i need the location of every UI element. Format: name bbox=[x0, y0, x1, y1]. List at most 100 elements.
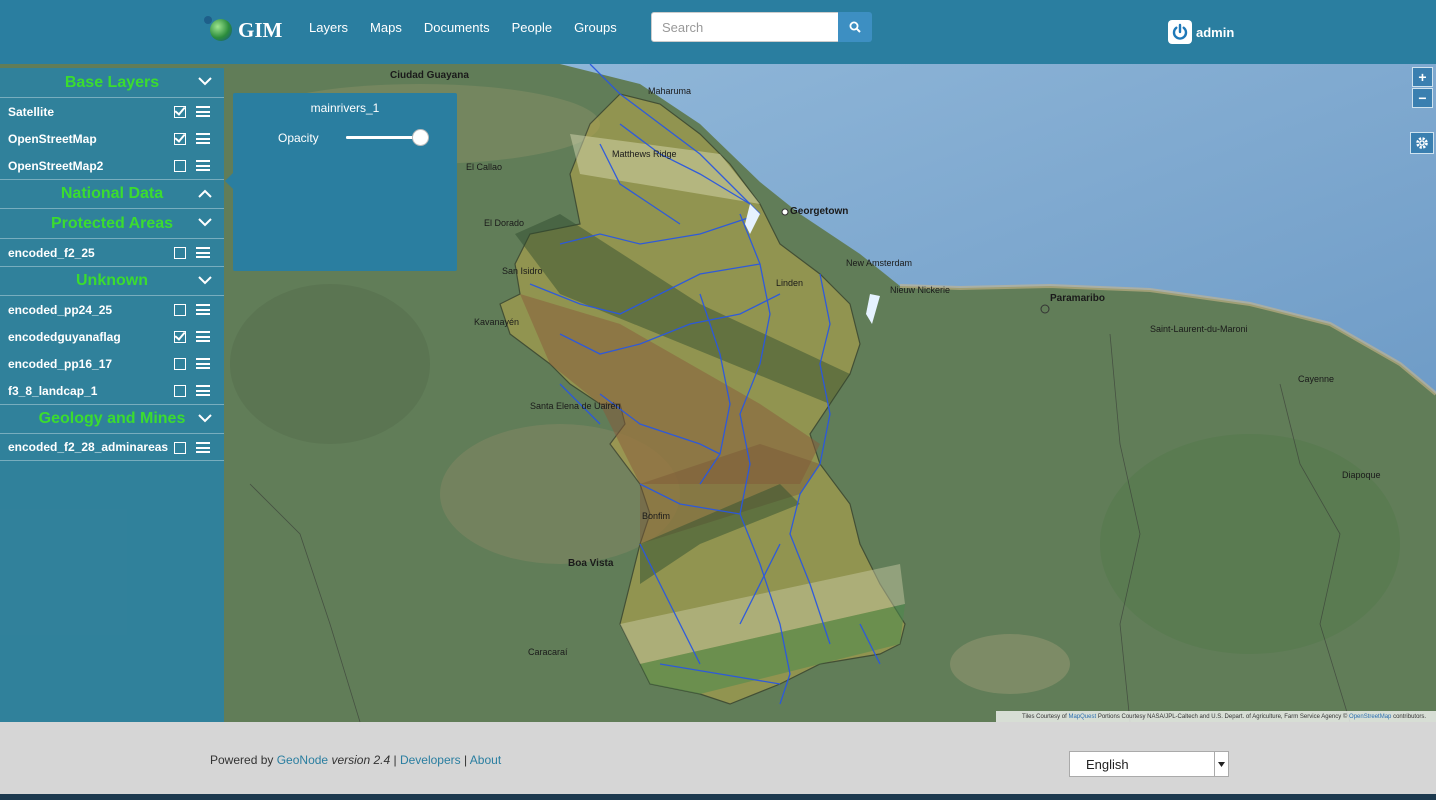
chevron-up-icon bbox=[198, 189, 212, 198]
place-label: Nieuw Nickerie bbox=[890, 285, 951, 295]
language-select[interactable]: English bbox=[1069, 751, 1229, 777]
group-base-layers[interactable]: Base Layers bbox=[0, 68, 224, 98]
layer-name: encoded_f2_25 bbox=[8, 245, 95, 260]
layer-visibility-checkbox[interactable] bbox=[174, 160, 186, 172]
nav-maps[interactable]: Maps bbox=[370, 20, 402, 35]
brand-logo[interactable]: GIM bbox=[204, 14, 282, 46]
hamburger-menu-icon[interactable] bbox=[196, 358, 210, 369]
place-label: Caracaraí bbox=[528, 647, 568, 657]
chevron-down-icon bbox=[198, 276, 212, 285]
opacity-slider[interactable] bbox=[346, 129, 430, 146]
hamburger-menu-icon[interactable] bbox=[196, 304, 210, 315]
place-label: Ciudad Guayana bbox=[390, 70, 469, 81]
layer-row: encoded_pp16_17 bbox=[0, 350, 224, 377]
layer-visibility-checkbox[interactable] bbox=[174, 358, 186, 370]
separator: | bbox=[393, 753, 397, 767]
layer-row: encodedguyanaflag bbox=[0, 323, 224, 350]
mapquest-link[interactable]: MapQuest bbox=[1068, 714, 1096, 720]
group-protected-areas[interactable]: Protected Areas bbox=[0, 209, 224, 239]
hamburger-menu-icon[interactable] bbox=[196, 385, 210, 396]
place-label: Santa Elena de Uairén bbox=[530, 401, 621, 411]
search-button[interactable] bbox=[838, 12, 872, 42]
layer-row: OpenStreetMap2 bbox=[0, 152, 224, 179]
hamburger-menu-icon[interactable] bbox=[196, 160, 210, 171]
layer-visibility-checkbox[interactable] bbox=[174, 385, 186, 397]
layer-visibility-checkbox[interactable] bbox=[174, 442, 186, 454]
nav-documents[interactable]: Documents bbox=[424, 20, 490, 35]
chevron-down-icon bbox=[198, 218, 212, 227]
place-label: Linden bbox=[776, 278, 804, 288]
globe-logo-icon bbox=[204, 16, 232, 41]
group-geology-and-mines[interactable]: Geology and Mines bbox=[0, 404, 224, 434]
nav-layers[interactable]: Layers bbox=[309, 20, 348, 35]
developers-link[interactable]: Developers bbox=[400, 753, 461, 767]
place-label: Diapoque bbox=[1342, 470, 1381, 480]
place-label: San Isidro bbox=[502, 266, 543, 276]
geonode-link[interactable]: GeoNode bbox=[277, 753, 328, 767]
footer-credits: Powered by GeoNode version 2.4 | Develop… bbox=[210, 753, 501, 767]
layer-name: encoded_f2_28_adminareas bbox=[8, 440, 169, 454]
hamburger-menu-icon[interactable] bbox=[196, 247, 210, 258]
gear-icon bbox=[1416, 137, 1428, 149]
power-icon bbox=[1168, 20, 1192, 44]
separator: | bbox=[464, 753, 468, 767]
hamburger-menu-icon[interactable] bbox=[196, 133, 210, 144]
hamburger-menu-icon[interactable] bbox=[196, 442, 210, 453]
user-menu[interactable]: admin bbox=[1168, 20, 1234, 44]
openstreetmap-link[interactable]: OpenStreetMap bbox=[1349, 714, 1391, 720]
layer-visibility-checkbox[interactable] bbox=[174, 133, 186, 145]
group-unknown[interactable]: Unknown bbox=[0, 266, 224, 296]
nav-people[interactable]: People bbox=[512, 20, 552, 35]
layer-name: OpenStreetMap bbox=[8, 131, 97, 146]
layer-name: f3_8_landcap_1 bbox=[8, 383, 98, 398]
opacity-slider-fill bbox=[346, 136, 421, 139]
dropdown-arrow-icon bbox=[1214, 752, 1228, 776]
username: admin bbox=[1196, 24, 1235, 40]
place-label: Paramaribo bbox=[1050, 293, 1106, 304]
group-title: Base Layers bbox=[64, 73, 160, 91]
layer-row: Satellite bbox=[0, 98, 224, 125]
hamburger-menu-icon[interactable] bbox=[196, 106, 210, 117]
layer-row: encoded_f2_25 bbox=[0, 239, 224, 266]
search-input[interactable] bbox=[651, 12, 839, 42]
main-nav: Layers Maps Documents People Groups bbox=[298, 20, 628, 35]
layer-name: encodedguyanaflag bbox=[8, 329, 121, 344]
layer-name: encoded_pp16_17 bbox=[8, 356, 113, 371]
about-link[interactable]: About bbox=[470, 753, 501, 767]
place-label: Boa Vista bbox=[568, 558, 614, 569]
layer-row: OpenStreetMap bbox=[0, 125, 224, 152]
place-label: El Dorado bbox=[484, 218, 525, 228]
opacity-label: Opacity bbox=[278, 131, 319, 145]
layer-properties-title: mainrivers_1 bbox=[310, 101, 380, 115]
attribution-middle: Portions Courtesy NASA/JPL-Caltech and U… bbox=[1097, 714, 1348, 720]
place-label: Maharuma bbox=[648, 86, 692, 96]
zoom-in-button[interactable]: + bbox=[1412, 67, 1433, 87]
nav-groups[interactable]: Groups bbox=[574, 20, 617, 35]
powered-by-text: Powered by bbox=[210, 753, 274, 767]
layer-row: encoded_pp24_25 bbox=[0, 296, 224, 323]
top-navbar: GIM Layers Maps Documents People Groups … bbox=[0, 0, 1436, 64]
group-title: Geology and Mines bbox=[38, 410, 186, 427]
hamburger-menu-icon[interactable] bbox=[196, 331, 210, 342]
layer-visibility-checkbox[interactable] bbox=[174, 106, 186, 118]
language-selected-value: English bbox=[1086, 757, 1129, 772]
search-icon bbox=[849, 21, 861, 33]
layer-name: encoded_pp24_25 bbox=[8, 302, 113, 317]
place-label: El Callao bbox=[466, 162, 503, 172]
attribution-prefix: Tiles Courtesy of bbox=[1022, 714, 1067, 720]
layer-tree-sidebar: Base Layers Satellite OpenStreetMap Open… bbox=[0, 68, 224, 722]
version-text: version 2.4 bbox=[331, 753, 391, 767]
layer-visibility-checkbox[interactable] bbox=[174, 247, 186, 259]
window-bottom-edge bbox=[0, 794, 1436, 800]
map-settings-button[interactable] bbox=[1410, 132, 1434, 154]
layer-visibility-checkbox[interactable] bbox=[174, 331, 186, 343]
zoom-out-button[interactable]: − bbox=[1412, 88, 1433, 108]
place-label: Georgetown bbox=[790, 206, 849, 217]
group-title: National Data bbox=[60, 185, 164, 202]
place-label: Matthews Ridge bbox=[612, 149, 677, 159]
popup-arrow bbox=[225, 173, 233, 189]
layer-visibility-checkbox[interactable] bbox=[174, 304, 186, 316]
opacity-slider-handle[interactable] bbox=[412, 129, 430, 146]
group-national-data[interactable]: National Data bbox=[0, 179, 224, 209]
place-label: Cayenne bbox=[1298, 374, 1335, 384]
